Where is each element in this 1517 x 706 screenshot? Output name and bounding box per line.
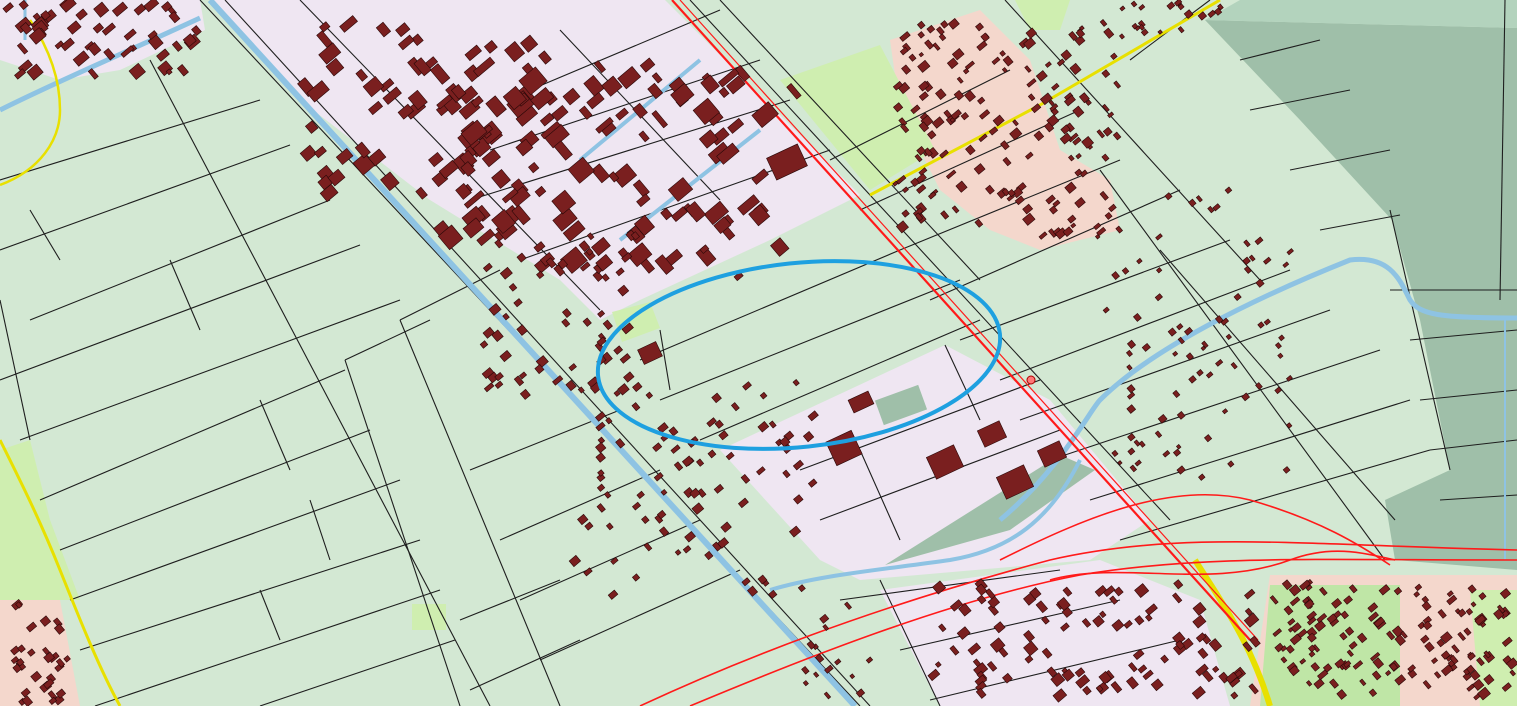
green-space-small [412, 604, 446, 630]
railway-station [1026, 375, 1036, 385]
cadastral-map[interactable] [0, 0, 1517, 706]
map-viewport[interactable] [0, 0, 1517, 706]
